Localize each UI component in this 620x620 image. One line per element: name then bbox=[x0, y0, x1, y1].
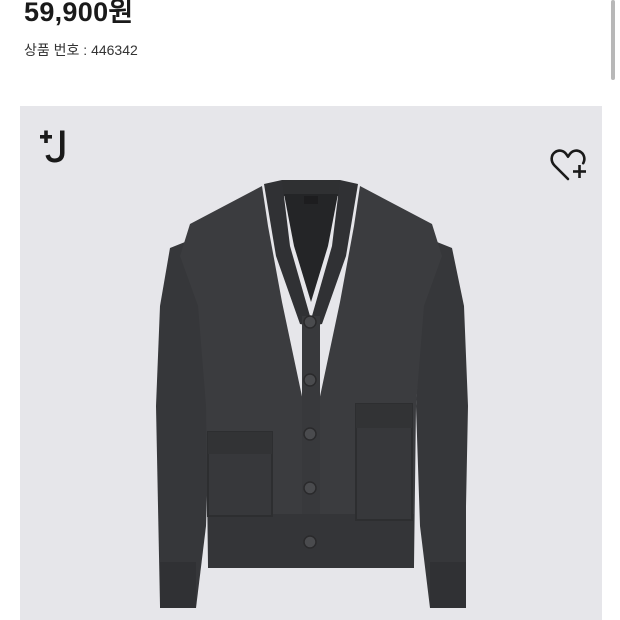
neck-label bbox=[304, 196, 318, 204]
button-4 bbox=[303, 481, 317, 495]
pocket-left-rib bbox=[208, 432, 272, 454]
button-2 bbox=[303, 373, 317, 387]
product-detail-page: 59,900원 상품 번호 : 446342 bbox=[0, 0, 620, 620]
cuff-left bbox=[160, 562, 196, 608]
button-5 bbox=[303, 535, 317, 549]
product-price: 59,900원 bbox=[24, 0, 134, 27]
pocket-right-rib bbox=[356, 404, 412, 428]
cuff-right bbox=[430, 562, 466, 608]
product-image-panel[interactable] bbox=[20, 106, 602, 620]
product-code: 상품 번호 : 446342 bbox=[24, 42, 138, 58]
button-1 bbox=[303, 315, 317, 329]
back-neck bbox=[276, 180, 346, 196]
heart-plus-icon[interactable] bbox=[549, 146, 589, 186]
cardigan-image bbox=[156, 180, 468, 608]
button-3 bbox=[303, 427, 317, 441]
scrollbar[interactable] bbox=[611, 0, 615, 80]
plus-j-logo bbox=[40, 130, 65, 163]
